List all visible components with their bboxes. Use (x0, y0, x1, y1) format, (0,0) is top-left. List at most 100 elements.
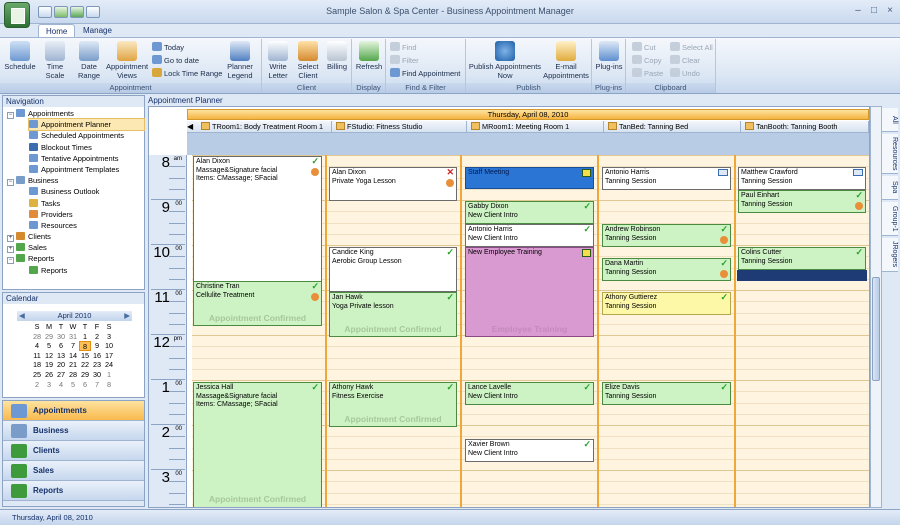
appointment[interactable]: Andrew Robinson Tanning Session ✓ (602, 224, 731, 247)
tree-sales[interactable]: + Sales (7, 242, 144, 254)
tab-resources[interactable]: Resources (882, 134, 898, 174)
appointment[interactable]: Staff Meeting (465, 167, 594, 189)
calendar-day[interactable]: 7 (67, 341, 79, 351)
today-button[interactable]: Today (152, 42, 184, 53)
resource-header[interactable]: TanBed: Tanning Bed (604, 121, 741, 133)
next-month-icon[interactable]: ▶ (124, 311, 130, 321)
find-button[interactable]: Find (390, 42, 417, 53)
calendar-day[interactable]: 30 (55, 332, 67, 342)
calendar-day[interactable]: 12 (43, 351, 55, 361)
schedule-button[interactable]: Schedule (4, 41, 36, 72)
tab-all[interactable]: All (882, 108, 898, 132)
appointment-views-button[interactable]: Appointment Views (106, 41, 148, 80)
calendar-day[interactable]: 17 (103, 351, 115, 361)
appointment[interactable]: Athony Hawk Fitness Exercise ✓ Appointmen… (329, 382, 457, 427)
appointment[interactable]: Alan Dixon Private Yoga Lesson ✕ (329, 167, 457, 201)
calendar-day[interactable]: 30 (91, 370, 103, 380)
calendar-day[interactable]: 5 (67, 380, 79, 390)
calendar-day[interactable]: 28 (31, 332, 43, 342)
calendar-day[interactable]: 27 (55, 370, 67, 380)
appointment[interactable]: Matthew Crawford Tanning Session (738, 167, 866, 190)
calendar-day[interactable]: 31 (67, 332, 79, 342)
tree-appointment-templates[interactable]: Appointment Templates (29, 164, 144, 175)
tab-manage[interactable]: Manage (76, 24, 119, 37)
calendar-day[interactable]: 21 (67, 360, 79, 370)
appointment[interactable]: Xavier Brown New Client Intro ✓ (465, 439, 594, 462)
appointment[interactable]: Lance Lavelle New Client Intro ✓ (465, 382, 594, 405)
tab-group-1[interactable]: Group-1 (882, 202, 898, 236)
app-menu-button[interactable] (4, 2, 30, 28)
scroll-left-icon[interactable]: ◀ (187, 121, 197, 133)
tab-home[interactable]: Home (38, 24, 76, 37)
tree-reports[interactable]: − Reports (7, 253, 144, 265)
calendar-day[interactable]: 16 (91, 351, 103, 361)
tree-scheduled-appointments[interactable]: Scheduled Appointments (29, 130, 144, 141)
all-day-row[interactable] (187, 133, 869, 155)
scrollbar-thumb[interactable] (872, 277, 880, 381)
tree-clients[interactable]: + Clients (7, 231, 144, 243)
resource-column[interactable] (599, 155, 736, 507)
appointment[interactable]: Athony Guttierez Tanning Session ✓ (602, 292, 731, 315)
calendar-day[interactable]: 7 (91, 380, 103, 390)
tree-tentative-appointments[interactable]: Tentative Appointments (29, 153, 144, 164)
calendar-day[interactable]: 1 (103, 370, 115, 380)
tree-providers[interactable]: Providers (29, 209, 144, 220)
calendar-day[interactable]: 9 (91, 341, 103, 351)
lock-time-range-button[interactable]: Lock Time Range (152, 68, 222, 79)
collapse-icon[interactable]: − (7, 257, 14, 265)
email-appointments-button[interactable]: E-mail Appointments (542, 41, 590, 80)
calendar-day[interactable]: 25 (31, 370, 43, 380)
billing-button[interactable]: Billing (324, 41, 350, 72)
vertical-scrollbar[interactable] (870, 106, 882, 508)
tree-appointment-planner[interactable]: Appointment Planner (28, 118, 145, 132)
maximize-button[interactable]: □ (867, 5, 881, 17)
appointment[interactable]: New Employee Training Employee Training (465, 247, 594, 337)
appointment[interactable]: Jessica Hall Massage&Signature facial Item… (193, 382, 322, 507)
calendar-day[interactable]: 15 (79, 351, 91, 361)
tree-reports-item[interactable]: Reports (29, 265, 144, 276)
calendar-day[interactable]: 3 (103, 332, 115, 342)
outlook-sales-button[interactable]: Sales (3, 461, 144, 481)
outlook-reports-button[interactable]: Reports (3, 481, 144, 501)
resource-header[interactable]: MRoom1: Meeting Room 1 (467, 121, 604, 133)
plugins-button[interactable]: Plug-ins (595, 41, 623, 72)
appointment[interactable]: Gabby Dixon New Client Intro ✓ (465, 201, 594, 224)
appointment[interactable]: Antonio Harris New Client Intro ✓ (465, 224, 594, 247)
calendar-day[interactable]: 2 (91, 332, 103, 342)
calendar-day[interactable]: 5 (43, 341, 55, 351)
close-button[interactable]: × (883, 5, 897, 17)
tree-resources[interactable]: Resources (29, 220, 144, 231)
outlook-clients-button[interactable]: Clients (3, 441, 144, 461)
calendar-day[interactable]: 6 (79, 380, 91, 390)
calendar-day[interactable]: 4 (31, 341, 43, 351)
calendar-day[interactable]: 1 (79, 332, 91, 342)
collapse-icon[interactable]: − (7, 112, 14, 119)
calendar-day[interactable]: 14 (67, 351, 79, 361)
tree-tasks[interactable]: Tasks (29, 198, 144, 209)
calendar-day[interactable]: 8 (103, 380, 115, 390)
appointment[interactable]: Dana Martin Tanning Session ✓ (602, 258, 731, 281)
expand-icon[interactable]: + (7, 235, 14, 243)
tree-business-outlook[interactable]: Business Outlook (29, 186, 144, 197)
calendar-day[interactable]: 8 (79, 341, 91, 351)
calendar-day[interactable]: 13 (55, 351, 67, 361)
tree-blockout-times[interactable]: Blockout Times (29, 142, 144, 153)
go-to-date-button[interactable]: Go to date (152, 55, 199, 66)
tab-jrogers[interactable]: JRogers (882, 238, 898, 272)
appointment[interactable]: Candice King Aerobic Group Lesson ✓ (329, 247, 457, 292)
calendar-day[interactable]: 18 (31, 360, 43, 370)
time-scale-button[interactable]: Time Scale (40, 41, 70, 80)
filter-button[interactable]: Filter (390, 55, 419, 66)
calendar-day[interactable]: 19 (43, 360, 55, 370)
appointment[interactable]: Alan Dixon Massage&Signature facial Items:… (193, 156, 322, 282)
resource-header[interactable]: TanBooth: Tanning Booth (741, 121, 869, 133)
appointment[interactable]: Antonio Harris Tanning Session (602, 167, 731, 190)
date-range-button[interactable]: Date Range (74, 41, 104, 80)
appointment[interactable]: Christine Tran Cellulite Treatment ✓ Appo… (193, 281, 322, 326)
cut-button[interactable]: Cut (632, 42, 656, 53)
find-appointment-button[interactable]: Find Appointment (390, 68, 460, 79)
select-all-button[interactable]: Select All (670, 42, 713, 53)
clear-button[interactable]: Clear (670, 55, 700, 66)
tree-business[interactable]: − Business (7, 175, 144, 187)
tab-spa[interactable]: Spa (882, 176, 898, 200)
